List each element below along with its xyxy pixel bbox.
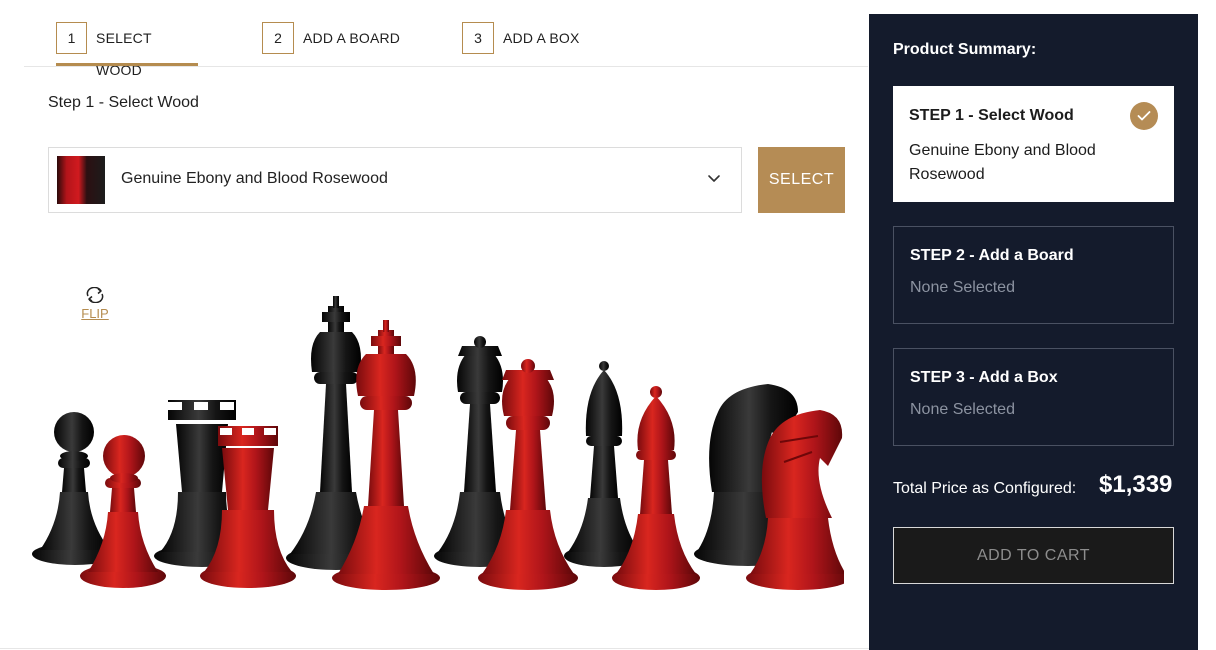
summary-step-2-card[interactable]: STEP 2 - Add a Board None Selected: [893, 226, 1174, 324]
tab-add-a-box[interactable]: 3 ADD A BOX: [462, 22, 584, 66]
divider: [0, 648, 869, 649]
summary-step-value: None Selected: [910, 401, 1015, 418]
rosewood-bishop: [612, 386, 700, 590]
summary-step-title: STEP 1 - Select Wood: [909, 107, 1074, 124]
step-heading: Step 1 - Select Wood: [48, 94, 199, 111]
chevron-down-icon: [708, 175, 720, 182]
summary-step-1-card[interactable]: STEP 1 - Select Wood Genuine Ebony and B…: [893, 86, 1174, 202]
product-summary-panel: Product Summary: STEP 1 - Select Wood Ge…: [869, 14, 1198, 650]
total-price-value: $1,339: [1099, 471, 1173, 498]
tab-label: ADD A BOARD: [303, 30, 401, 46]
wood-select-value: Genuine Ebony and Blood Rosewood: [121, 170, 388, 187]
wood-swatch: [57, 156, 105, 204]
summary-step-value: Genuine Ebony and Blood Rosewood: [909, 142, 1096, 183]
tab-label: SELECT WOOD: [96, 30, 152, 78]
tab-number: 2: [262, 22, 294, 54]
tab-select-wood[interactable]: 1 SELECT WOOD: [56, 22, 198, 78]
tab-label: ADD A BOX: [503, 30, 580, 46]
tab-add-a-board[interactable]: 2 ADD A BOARD: [262, 22, 402, 66]
wood-select-dropdown[interactable]: Genuine Ebony and Blood Rosewood: [48, 147, 742, 213]
chess-set-image: [32, 296, 844, 590]
check-icon: [1130, 102, 1158, 130]
summary-step-3-card[interactable]: STEP 3 - Add a Box None Selected: [893, 348, 1174, 446]
rosewood-pawn: [80, 435, 166, 588]
summary-step-title: STEP 2 - Add a Board: [910, 247, 1074, 264]
step-tabs: 1 SELECT WOOD 2 ADD A BOARD 3 ADD A BOX: [24, 0, 868, 78]
total-price-label: Total Price as Configured:: [893, 480, 1077, 497]
tab-number: 1: [56, 22, 88, 54]
summary-step-title: STEP 3 - Add a Box: [910, 369, 1058, 386]
summary-title: Product Summary:: [893, 41, 1037, 58]
wood-configurator-page: 1 SELECT WOOD 2 ADD A BOARD 3 ADD A BOX …: [0, 0, 1216, 650]
ebony-bishop: [564, 361, 644, 567]
summary-step-value: None Selected: [910, 279, 1015, 296]
tab-number: 3: [462, 22, 494, 54]
add-to-cart-button[interactable]: ADD TO CART: [893, 527, 1174, 584]
select-button[interactable]: SELECT: [758, 147, 845, 213]
